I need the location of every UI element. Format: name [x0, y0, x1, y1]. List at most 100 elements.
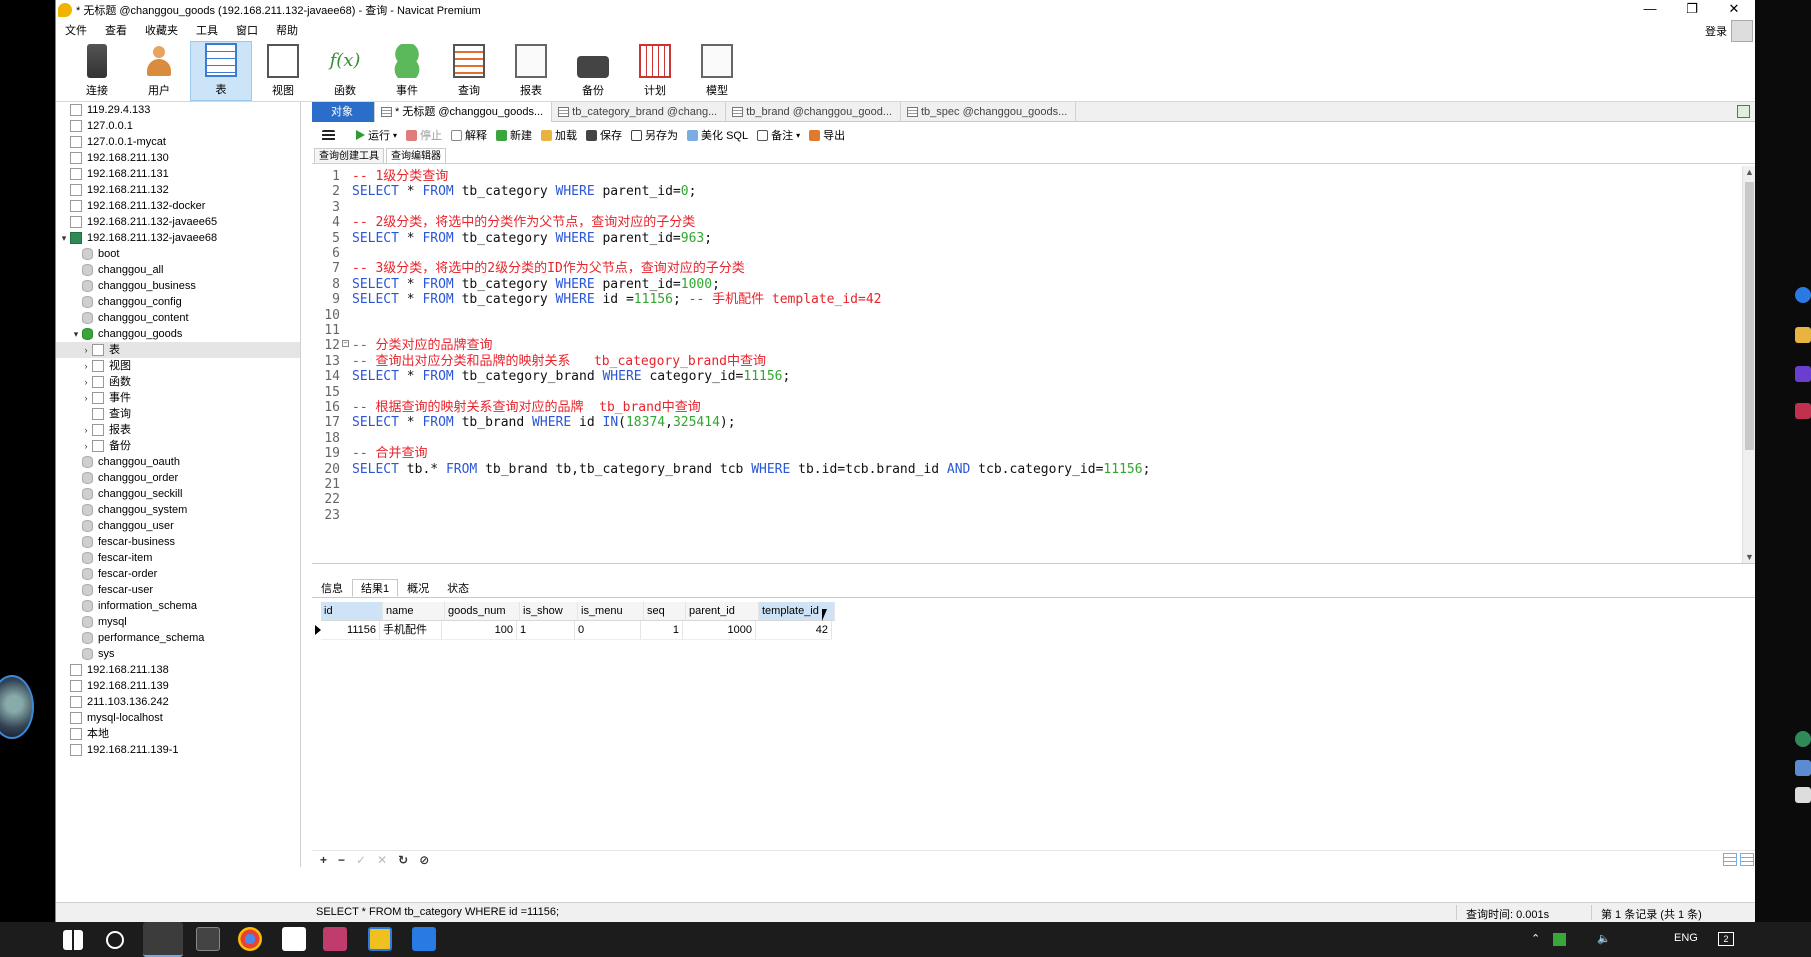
- video-app-icon[interactable]: [1795, 366, 1811, 382]
- schedule-button[interactable]: 计划: [624, 41, 686, 101]
- tree-item[interactable]: 211.103.136.242: [56, 694, 300, 710]
- query-button[interactable]: 查询: [438, 41, 500, 101]
- table-row[interactable]: 11156 手机配件 100 1 0 1 1000 42: [312, 621, 1756, 640]
- browser-icon[interactable]: [1795, 287, 1811, 303]
- tree-item[interactable]: 127.0.0.1-mycat: [56, 134, 300, 150]
- tree-item[interactable]: › 备份: [56, 438, 300, 454]
- user-button[interactable]: 用户: [128, 41, 190, 101]
- tree-item[interactable]: › 函数: [56, 374, 300, 390]
- tab-tb-category-brand[interactable]: tb_category_brand @chang...: [552, 102, 727, 122]
- search-icon[interactable]: [106, 931, 124, 949]
- chevron-down-icon[interactable]: ▾: [58, 230, 70, 246]
- restore-button[interactable]: ❐: [1671, 0, 1713, 20]
- beautify-sql-button[interactable]: 美化 SQL: [687, 127, 748, 143]
- form-view-icon[interactable]: [1740, 853, 1754, 866]
- tree-item[interactable]: 查询: [56, 406, 300, 422]
- tree-item[interactable]: 192.168.211.132-javaee65: [56, 214, 300, 230]
- grid-cell[interactable]: 11156: [321, 621, 380, 640]
- grid-cell[interactable]: 42: [756, 621, 832, 640]
- tab-result1[interactable]: 结果1: [352, 579, 399, 597]
- chevron-right-icon[interactable]: ›: [80, 342, 92, 358]
- tab-status[interactable]: 状态: [438, 579, 478, 597]
- tree-item[interactable]: fescar-user: [56, 582, 300, 598]
- tree-item[interactable]: mysql-localhost: [56, 710, 300, 726]
- tree-item[interactable]: 192.168.211.132: [56, 182, 300, 198]
- column-header[interactable]: id: [321, 602, 383, 621]
- hamburger-menu-button[interactable]: [322, 129, 347, 141]
- tree-item[interactable]: performance_schema: [56, 630, 300, 646]
- volume-icon[interactable]: 🔈: [1597, 932, 1611, 945]
- navicat-taskbar-icon[interactable]: [143, 922, 183, 957]
- grid-cell[interactable]: 1000: [683, 621, 756, 640]
- connection-button[interactable]: 连接: [66, 41, 128, 101]
- sql-editor[interactable]: 1 -- 1级分类查询 2 SELECT * FROM tb_category WHE…: [312, 166, 1756, 564]
- tree-item[interactable]: 192.168.211.139: [56, 678, 300, 694]
- export-button[interactable]: 导出: [809, 127, 845, 143]
- grid-cell[interactable]: 1: [641, 621, 683, 640]
- tree-item[interactable]: 本地: [56, 726, 300, 742]
- notepad-icon[interactable]: [282, 927, 306, 951]
- tree-item[interactable]: boot: [56, 246, 300, 262]
- tree-item[interactable]: 119.29.4.133: [56, 102, 300, 118]
- tree-item[interactable]: changgou_order: [56, 470, 300, 486]
- menu-file[interactable]: 文件: [56, 22, 96, 38]
- run-button[interactable]: 运行 ▾: [356, 127, 397, 143]
- tree-item[interactable]: 192.168.211.132-docker: [56, 198, 300, 214]
- column-header[interactable]: is_show: [520, 602, 578, 621]
- column-header[interactable]: parent_id: [686, 602, 759, 621]
- column-header[interactable]: goods_num: [445, 602, 520, 621]
- grid-cell[interactable]: 0: [575, 621, 641, 640]
- menu-favorites[interactable]: 收藏夹: [136, 22, 187, 38]
- column-header[interactable]: name: [383, 602, 445, 621]
- tree-item[interactable]: changgou_user: [56, 518, 300, 534]
- tree-item[interactable]: sys: [56, 646, 300, 662]
- tray-app-icon[interactable]: [1795, 731, 1811, 747]
- menu-window[interactable]: 窗口: [227, 22, 267, 38]
- new-tab-icon[interactable]: [1737, 105, 1750, 118]
- grid-cell[interactable]: 手机配件: [380, 621, 442, 640]
- folder-icon[interactable]: [1795, 327, 1811, 343]
- chevron-down-icon[interactable]: ▾: [70, 326, 82, 342]
- tree-item[interactable]: › 事件: [56, 390, 300, 406]
- chevron-right-icon[interactable]: ›: [80, 390, 92, 406]
- tray-shield-icon[interactable]: [1553, 933, 1566, 946]
- close-button[interactable]: ✕: [1713, 0, 1755, 20]
- tree-item[interactable]: › 报表: [56, 422, 300, 438]
- tree-item[interactable]: 192.168.211.138: [56, 662, 300, 678]
- tree-item[interactable]: fescar-business: [56, 534, 300, 550]
- tree-item[interactable]: fescar-order: [56, 566, 300, 582]
- menu-view[interactable]: 查看: [96, 22, 136, 38]
- notification-icon[interactable]: 2: [1718, 932, 1734, 946]
- tab-objects[interactable]: 对象: [312, 102, 375, 122]
- tree-item[interactable]: › 表: [56, 342, 300, 358]
- tab-tb-brand[interactable]: tb_brand @changgou_good...: [726, 102, 901, 122]
- tab-info[interactable]: 信息: [312, 579, 352, 597]
- tree-item[interactable]: ▾ changgou_goods: [56, 326, 300, 342]
- column-header[interactable]: seq: [644, 602, 686, 621]
- chevron-right-icon[interactable]: ›: [80, 438, 92, 454]
- avatar[interactable]: [1731, 20, 1753, 42]
- terminal-taskbar-icon[interactable]: [196, 927, 220, 951]
- minimize-button[interactable]: —: [1629, 0, 1671, 20]
- network-icon[interactable]: [1795, 760, 1811, 776]
- tree-item[interactable]: 192.168.211.130: [56, 150, 300, 166]
- tree-item[interactable]: changgou_content: [56, 310, 300, 326]
- tree-item[interactable]: ▾ 192.168.211.132-javaee68: [56, 230, 300, 246]
- view-button[interactable]: 视图: [252, 41, 314, 101]
- login-link[interactable]: 登录: [1705, 23, 1727, 39]
- stop-button[interactable]: 停止: [406, 127, 442, 143]
- tree-item[interactable]: 192.168.211.139-1: [56, 742, 300, 758]
- windows-start-icon[interactable]: [63, 930, 83, 950]
- backup-button[interactable]: 备份: [562, 41, 624, 101]
- grid-cell[interactable]: 1: [517, 621, 575, 640]
- tree-item[interactable]: information_schema: [56, 598, 300, 614]
- tree-item[interactable]: mysql: [56, 614, 300, 630]
- tree-item[interactable]: fescar-item: [56, 550, 300, 566]
- delete-record-icon[interactable]: −: [338, 853, 345, 867]
- scroll-up-icon[interactable]: ▲: [1745, 167, 1754, 177]
- tab-tb-spec[interactable]: tb_spec @changgou_goods...: [901, 102, 1077, 122]
- chevron-down-icon[interactable]: ▾: [796, 131, 800, 140]
- editor-scrollbar[interactable]: ▲ ▼: [1742, 166, 1756, 563]
- chrome-icon[interactable]: [238, 927, 262, 951]
- report-button[interactable]: 报表: [500, 41, 562, 101]
